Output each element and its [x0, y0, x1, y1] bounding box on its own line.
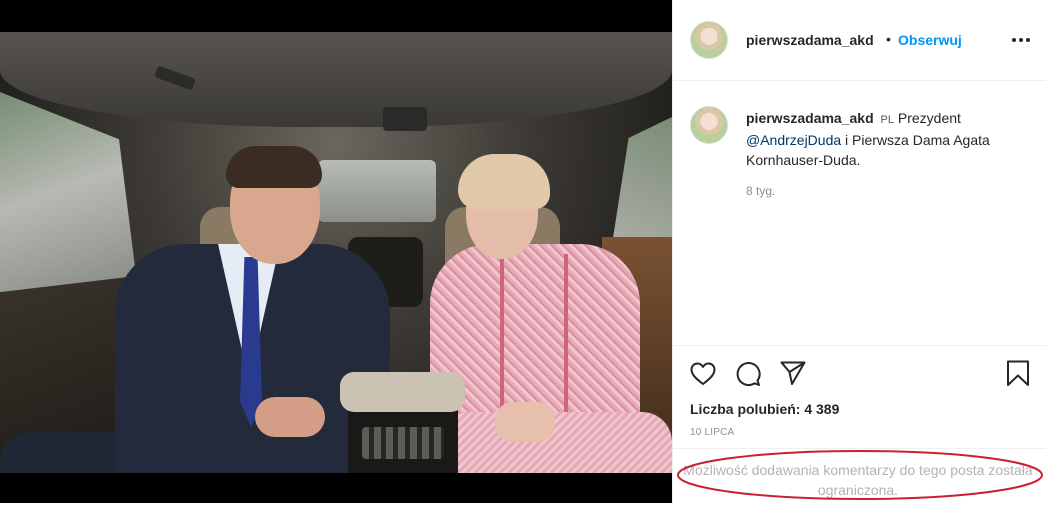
bookmark-icon[interactable]	[1004, 359, 1032, 387]
post-date[interactable]: 10 LIPCA	[690, 427, 734, 438]
post-photo-pane	[0, 0, 672, 503]
comment-bubble-icon[interactable]	[734, 360, 762, 388]
separator-dot: •	[886, 31, 891, 47]
follow-button[interactable]: Obserwuj	[898, 32, 962, 48]
car-console-buttons	[362, 427, 444, 459]
caption-text-before: Prezydent	[897, 110, 961, 126]
man-hair	[226, 146, 322, 188]
heart-icon[interactable]	[689, 360, 717, 388]
caption-avatar[interactable]	[690, 106, 728, 144]
post-header: pierwszadama_akd • Obserwuj	[673, 0, 1046, 81]
post-caption: pierwszadama_akd PL Prezydent @AndrzejDu…	[746, 108, 1026, 170]
car-dome-light	[383, 107, 427, 131]
car-left-window	[0, 92, 140, 307]
car-right-window	[610, 117, 672, 257]
man-hand	[255, 397, 325, 437]
car-ceiling	[0, 32, 672, 127]
paper-plane-icon[interactable]	[779, 359, 807, 387]
woman-hands	[495, 402, 555, 442]
highlight-oval	[677, 450, 1043, 500]
caption-time-ago[interactable]: 8 tyg.	[746, 184, 775, 198]
comments-restricted-box: Możliwość dodawania komentarzy do tego p…	[673, 448, 1046, 505]
post-photo[interactable]	[0, 32, 672, 473]
car-rear-window	[318, 160, 436, 222]
header-username[interactable]: pierwszadama_akd	[746, 32, 874, 48]
likes-count[interactable]: Liczba polubień: 4 389	[690, 401, 839, 417]
avatar[interactable]	[690, 21, 728, 59]
woman-hair	[458, 154, 550, 209]
language-tag: PL	[880, 114, 894, 126]
more-horizontal-icon[interactable]	[1009, 31, 1033, 49]
mention-link[interactable]: @AndrzejDuda	[746, 132, 841, 148]
post-side-panel: pierwszadama_akd • Obserwuj pierwszadama…	[672, 0, 1046, 503]
post-actions: Liczba polubień: 4 389 10 LIPCA Możliwoś…	[673, 345, 1046, 521]
woman-skirt	[440, 412, 672, 473]
caption-username[interactable]: pierwszadama_akd	[746, 110, 874, 126]
car-armrest	[340, 372, 465, 412]
